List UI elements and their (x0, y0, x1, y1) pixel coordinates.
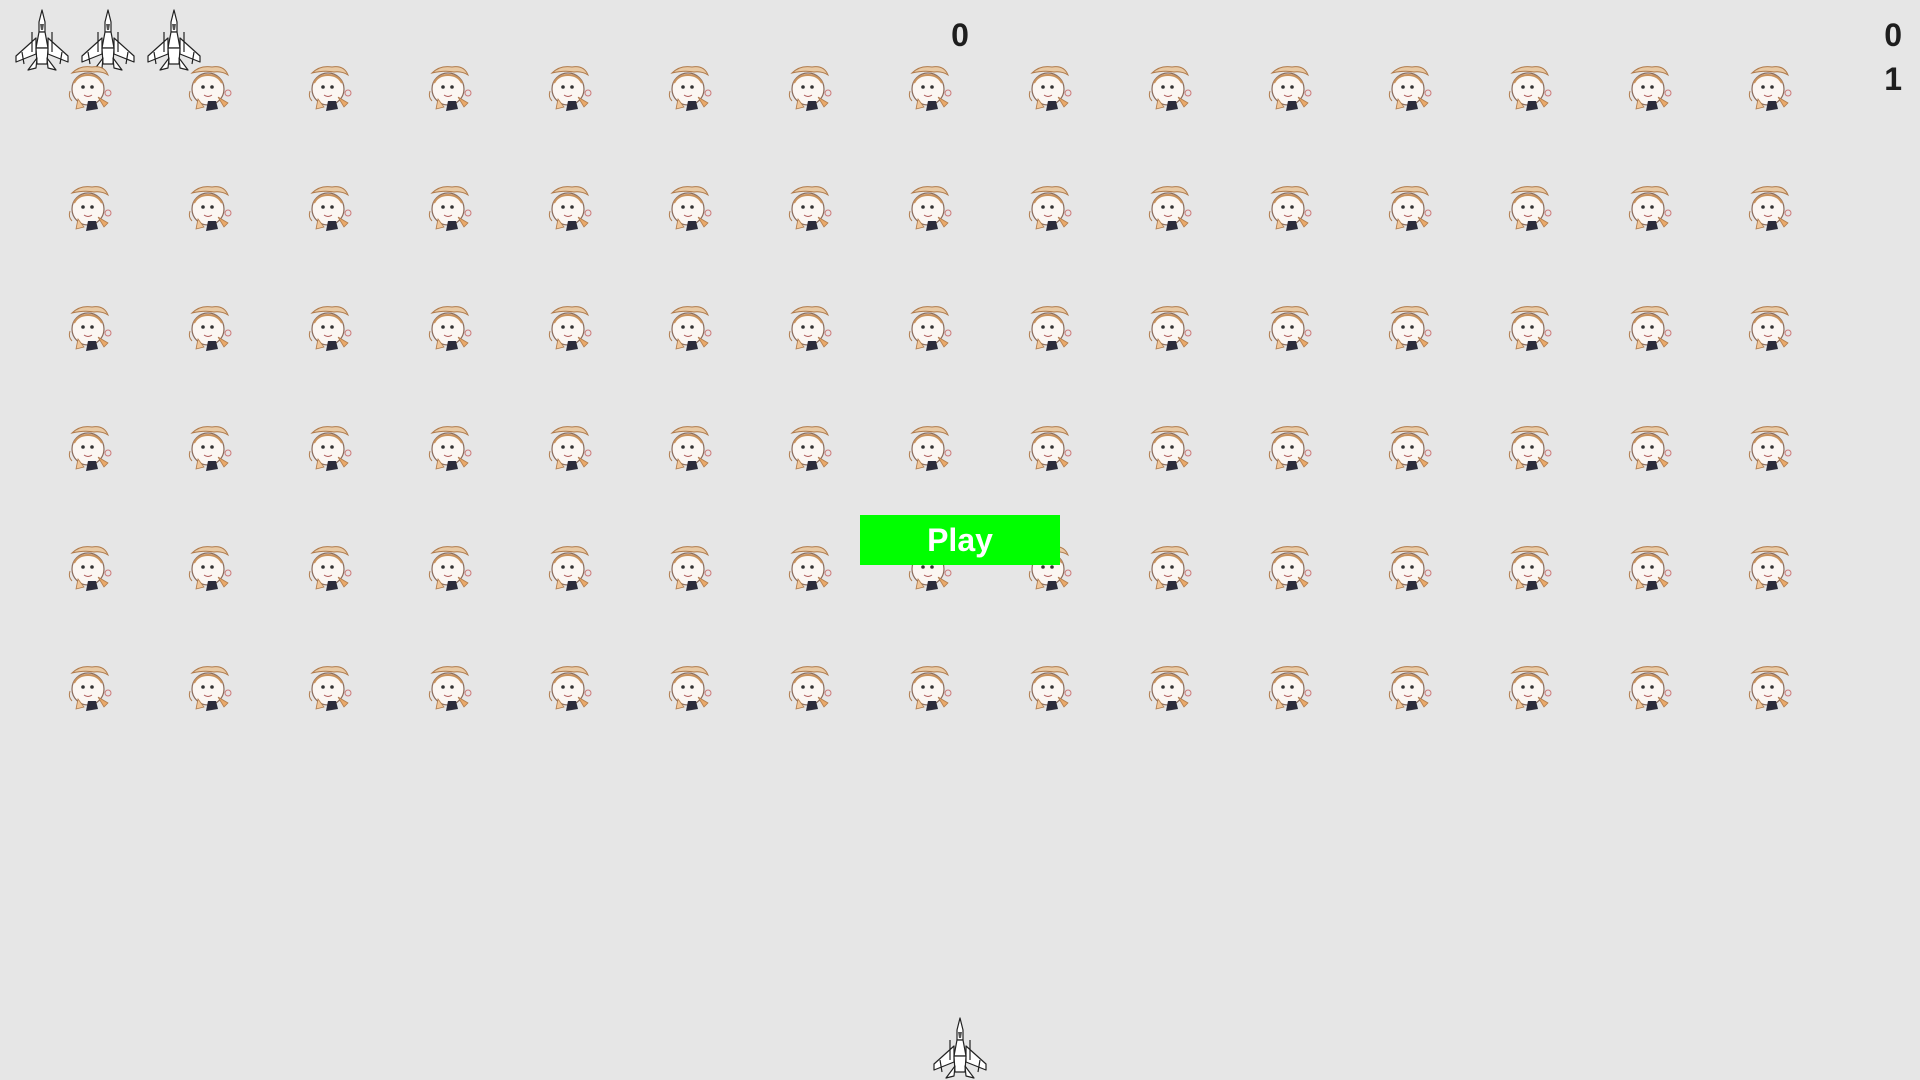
alien-creature-icon (1264, 423, 1314, 475)
alien-creature-icon (184, 663, 234, 715)
alien-creature-icon (1744, 303, 1794, 355)
alien-creature-icon (1264, 63, 1314, 115)
alien-creature-icon (64, 543, 114, 595)
alien-creature-icon (904, 183, 954, 235)
alien-creature-icon (544, 663, 594, 715)
alien-creature-icon (304, 63, 354, 115)
alien-creature-icon (1384, 543, 1434, 595)
alien-creature-icon (1504, 543, 1554, 595)
alien-creature-icon (184, 303, 234, 355)
alien-creature-icon (1264, 543, 1314, 595)
alien-fleet (64, 63, 1804, 723)
alien-creature-icon (784, 543, 834, 595)
alien-creature-icon (1504, 63, 1554, 115)
alien-creature-icon (1024, 303, 1074, 355)
alien-creature-icon (544, 423, 594, 475)
alien-creature-icon (1024, 663, 1074, 715)
level-display: 1 (1884, 61, 1902, 97)
alien-creature-icon (544, 63, 594, 115)
alien-creature-icon (1264, 303, 1314, 355)
alien-creature-icon (1744, 63, 1794, 115)
player-ship-icon (928, 1016, 992, 1080)
alien-creature-icon (1144, 63, 1194, 115)
alien-creature-icon (184, 423, 234, 475)
alien-creature-icon (664, 63, 714, 115)
alien-creature-icon (1384, 663, 1434, 715)
alien-creature-icon (304, 183, 354, 235)
alien-creature-icon (424, 183, 474, 235)
alien-creature-icon (664, 543, 714, 595)
game-screen: 0 0 1 Play (0, 0, 1920, 1080)
alien-creature-icon (544, 183, 594, 235)
alien-creature-icon (304, 423, 354, 475)
alien-creature-icon (1384, 183, 1434, 235)
alien-creature-icon (904, 303, 954, 355)
alien-creature-icon (1144, 663, 1194, 715)
alien-creature-icon (1744, 663, 1794, 715)
alien-creature-icon (1624, 303, 1674, 355)
alien-creature-icon (664, 663, 714, 715)
alien-creature-icon (424, 63, 474, 115)
alien-creature-icon (784, 423, 834, 475)
alien-creature-icon (1744, 543, 1794, 595)
alien-creature-icon (64, 663, 114, 715)
alien-creature-icon (784, 183, 834, 235)
alien-creature-icon (1264, 183, 1314, 235)
alien-creature-icon (424, 303, 474, 355)
alien-creature-icon (1384, 63, 1434, 115)
alien-creature-icon (1624, 663, 1674, 715)
alien-creature-icon (1024, 63, 1074, 115)
alien-creature-icon (1624, 63, 1674, 115)
alien-creature-icon (184, 63, 234, 115)
alien-creature-icon (1144, 423, 1194, 475)
alien-creature-icon (784, 303, 834, 355)
alien-creature-icon (784, 663, 834, 715)
alien-creature-icon (664, 423, 714, 475)
alien-creature-icon (1264, 663, 1314, 715)
alien-creature-icon (304, 663, 354, 715)
alien-creature-icon (904, 63, 954, 115)
alien-creature-icon (544, 303, 594, 355)
alien-creature-icon (1144, 303, 1194, 355)
alien-creature-icon (1504, 423, 1554, 475)
alien-creature-icon (1384, 303, 1434, 355)
alien-creature-icon (664, 303, 714, 355)
alien-creature-icon (424, 663, 474, 715)
alien-creature-icon (1504, 663, 1554, 715)
alien-creature-icon (1144, 543, 1194, 595)
alien-creature-icon (1024, 183, 1074, 235)
alien-creature-icon (664, 183, 714, 235)
alien-creature-icon (304, 303, 354, 355)
alien-creature-icon (304, 543, 354, 595)
alien-creature-icon (1144, 183, 1194, 235)
alien-creature-icon (1504, 303, 1554, 355)
alien-creature-icon (784, 63, 834, 115)
high-score-display: 0 (1884, 17, 1902, 53)
alien-creature-icon (904, 423, 954, 475)
alien-creature-icon (184, 183, 234, 235)
alien-creature-icon (1384, 423, 1434, 475)
alien-creature-icon (1744, 423, 1794, 475)
alien-creature-icon (904, 663, 954, 715)
alien-creature-icon (184, 543, 234, 595)
alien-creature-icon (1504, 183, 1554, 235)
alien-creature-icon (1624, 183, 1674, 235)
alien-creature-icon (64, 423, 114, 475)
score-display: 0 (951, 17, 969, 53)
alien-creature-icon (64, 183, 114, 235)
alien-creature-icon (1624, 423, 1674, 475)
play-button[interactable]: Play (860, 515, 1060, 565)
alien-creature-icon (424, 423, 474, 475)
alien-creature-icon (1744, 183, 1794, 235)
alien-creature-icon (424, 543, 474, 595)
alien-creature-icon (1024, 423, 1074, 475)
alien-creature-icon (544, 543, 594, 595)
alien-creature-icon (1624, 543, 1674, 595)
alien-creature-icon (64, 303, 114, 355)
alien-creature-icon (64, 63, 114, 115)
